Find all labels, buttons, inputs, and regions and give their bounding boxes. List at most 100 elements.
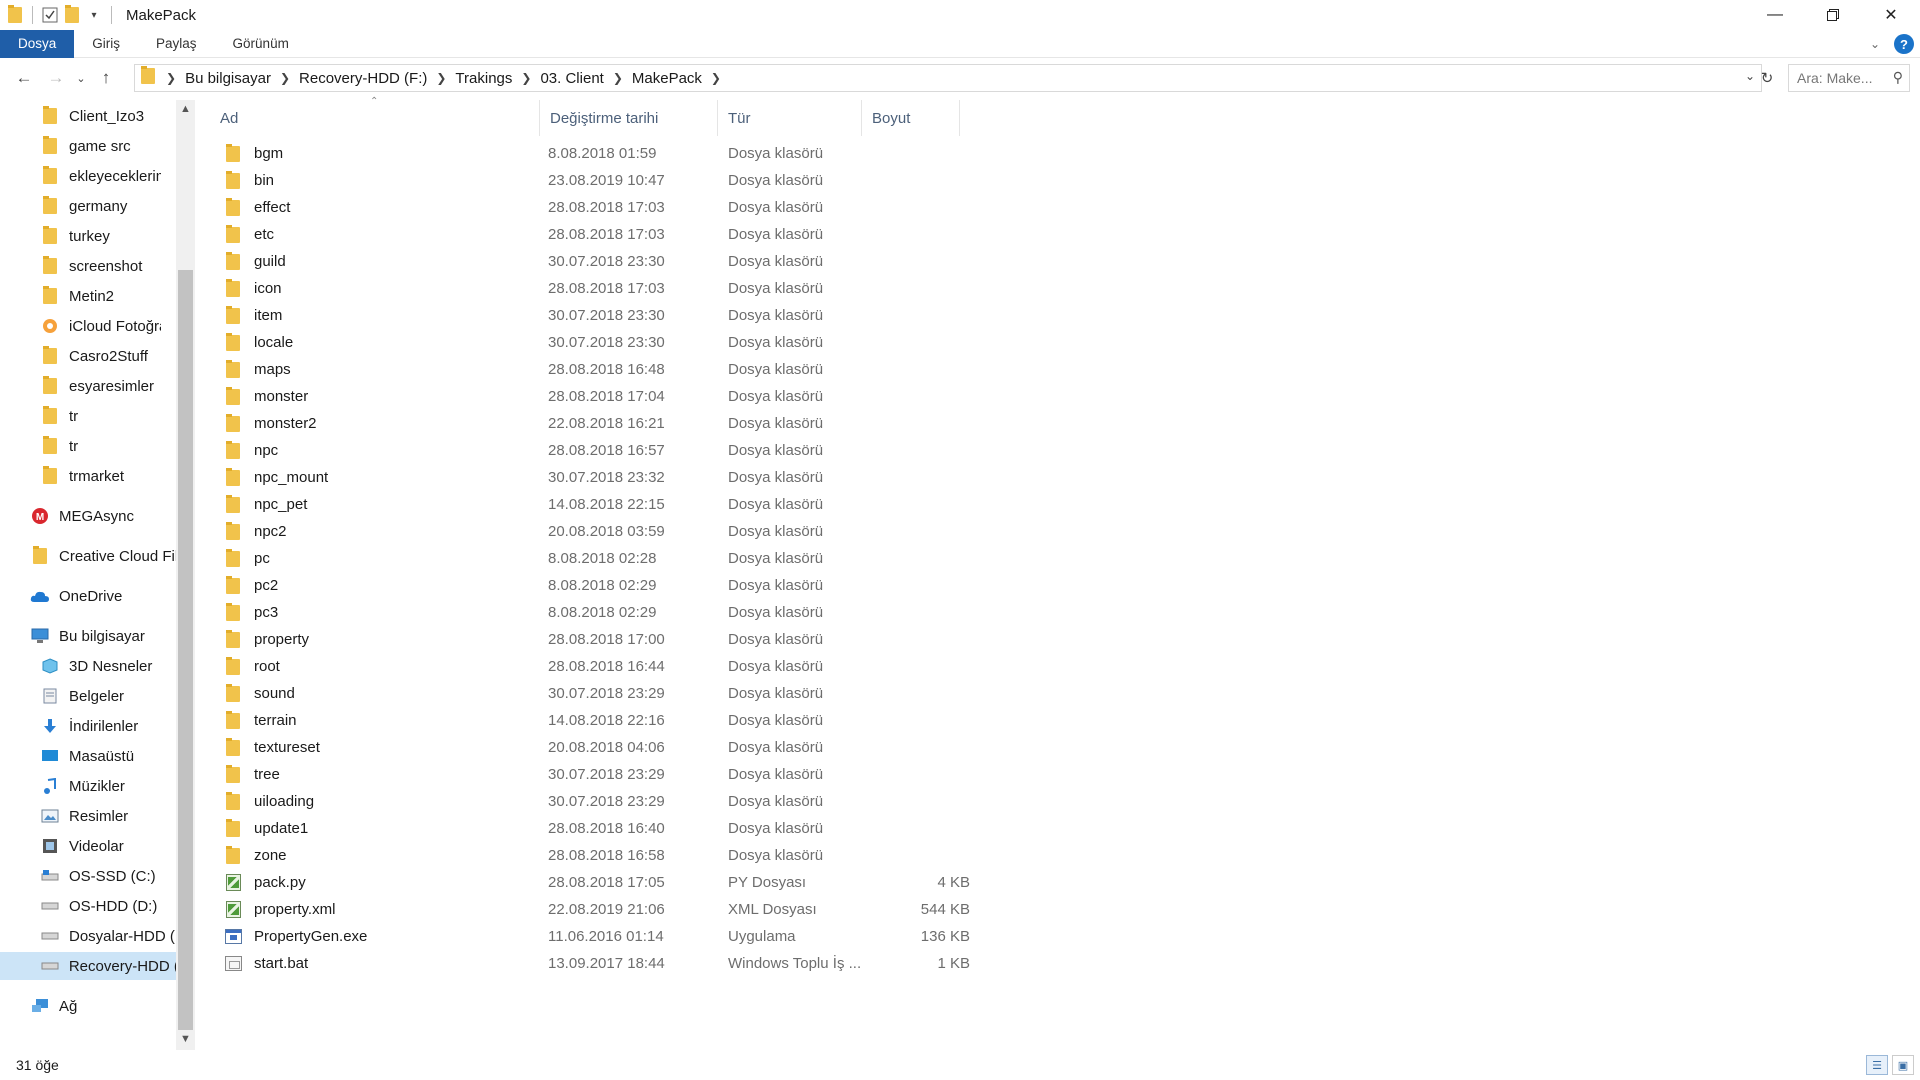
search-input[interactable]: Ara: Make... ⚲ xyxy=(1788,64,1910,92)
file-name-cell[interactable]: property.xml xyxy=(224,901,335,919)
file-name-cell[interactable]: pc2 xyxy=(224,575,278,595)
sidebar-item-desktop[interactable]: Masaüstü xyxy=(40,742,134,770)
chevron-right-icon[interactable]: ❯ xyxy=(608,71,628,85)
sidebar-item-drive-e[interactable]: Dosyalar-HDD (E:) xyxy=(40,922,179,950)
file-name-cell[interactable]: start.bat xyxy=(224,955,308,973)
chevron-up-icon[interactable]: ▲ xyxy=(176,100,195,118)
file-name-cell[interactable]: property xyxy=(224,629,309,649)
table-row[interactable]: sound 30.07.2018 23:29 Dosya klasörü xyxy=(210,680,970,707)
table-row[interactable]: PropertyGen.exe 11.06.2016 01:14 Uygulama 1… xyxy=(210,923,970,950)
file-name-cell[interactable]: pack.py xyxy=(224,874,306,892)
expand-ribbon-icon[interactable]: ⌄ xyxy=(1870,37,1880,51)
table-row[interactable]: npc 28.08.2018 16:57 Dosya klasörü xyxy=(210,437,970,464)
breadcrumb-this-pc[interactable]: Bu bilgisayar xyxy=(181,70,275,87)
file-name-cell[interactable]: etc xyxy=(224,224,274,244)
table-row[interactable]: npc_pet 14.08.2018 22:15 Dosya klasörü xyxy=(210,491,970,518)
sidebar-item-this-pc[interactable]: Bu bilgisayar xyxy=(30,622,145,650)
table-row[interactable]: monster2 22.08.2018 16:21 Dosya klasörü xyxy=(210,410,970,437)
file-name-cell[interactable]: guild xyxy=(224,251,286,271)
table-row[interactable]: root 28.08.2018 16:44 Dosya klasörü xyxy=(210,653,970,680)
sidebar-item[interactable]: tr xyxy=(40,432,78,460)
table-row[interactable]: icon 28.08.2018 17:03 Dosya klasörü xyxy=(210,275,970,302)
sidebar-item-downloads[interactable]: İndirilenler xyxy=(40,712,138,740)
sidebar-item[interactable]: esyaresimler xyxy=(40,372,154,400)
table-row[interactable]: textureset 20.08.2018 04:06 Dosya klasörü xyxy=(210,734,970,761)
sidebar-item-creative-cloud[interactable]: Creative Cloud Files xyxy=(30,542,179,570)
table-row[interactable]: update1 28.08.2018 16:40 Dosya klasörü xyxy=(210,815,970,842)
file-name-cell[interactable]: sound xyxy=(224,683,295,703)
table-row[interactable]: tree 30.07.2018 23:29 Dosya klasörü xyxy=(210,761,970,788)
file-name-cell[interactable]: tree xyxy=(224,764,280,784)
table-row[interactable]: zone 28.08.2018 16:58 Dosya klasörü xyxy=(210,842,970,869)
sidebar-item[interactable]: trmarket xyxy=(40,462,124,490)
customize-toolbar-icon[interactable]: ▾ xyxy=(83,4,105,26)
chevron-right-icon[interactable]: ❯ xyxy=(431,71,451,85)
refresh-button[interactable]: ↻ xyxy=(1754,64,1780,92)
sidebar-item[interactable]: iCloud Fotoğrafları📌 xyxy=(40,312,161,340)
new-folder-icon[interactable] xyxy=(61,4,83,26)
up-button[interactable]: ↑ xyxy=(90,63,122,93)
file-name-cell[interactable]: item xyxy=(224,305,282,325)
sidebar-item-3d-objects[interactable]: 3D Nesneler xyxy=(40,652,152,680)
maximize-button[interactable] xyxy=(1804,0,1862,30)
table-row[interactable]: maps 28.08.2018 16:48 Dosya klasörü xyxy=(210,356,970,383)
file-name-cell[interactable]: update1 xyxy=(224,818,308,838)
file-name-cell[interactable]: terrain xyxy=(224,710,297,730)
sidebar-item[interactable]: turkey📌 xyxy=(40,222,110,250)
table-row[interactable]: bgm 8.08.2018 01:59 Dosya klasörü xyxy=(210,140,970,167)
table-row[interactable]: property.xml 22.08.2019 21:06 XML Dosyası 5… xyxy=(210,896,970,923)
address-bar[interactable]: ❯ Bu bilgisayar ❯ Recovery-HDD (F:) ❯ Tr… xyxy=(134,64,1762,92)
table-row[interactable]: bin 23.08.2019 10:47 Dosya klasörü xyxy=(210,167,970,194)
file-name-cell[interactable]: locale xyxy=(224,332,293,352)
table-row[interactable]: npc_mount 30.07.2018 23:32 Dosya klasörü xyxy=(210,464,970,491)
large-icons-view-button[interactable]: ▣ xyxy=(1892,1055,1914,1075)
file-name-cell[interactable]: monster2 xyxy=(224,413,317,433)
details-view-button[interactable]: ☰ xyxy=(1866,1055,1888,1075)
table-row[interactable]: etc 28.08.2018 17:03 Dosya klasörü xyxy=(210,221,970,248)
close-button[interactable]: ✕ xyxy=(1862,0,1920,30)
chevron-right-icon[interactable]: ❯ xyxy=(275,71,295,85)
sidebar-item[interactable]: game src📌 xyxy=(40,132,131,160)
tab-home[interactable]: Giriş xyxy=(74,30,138,58)
table-row[interactable]: pack.py 28.08.2018 17:05 PY Dosyası 4 KB xyxy=(210,869,970,896)
scrollbar-thumb[interactable] xyxy=(178,270,193,1030)
file-name-cell[interactable]: zone xyxy=(224,845,287,865)
table-row[interactable]: guild 30.07.2018 23:30 Dosya klasörü xyxy=(210,248,970,275)
chevron-down-icon[interactable]: ▼ xyxy=(176,1030,195,1048)
sidebar-item-pictures[interactable]: Resimler xyxy=(40,802,128,830)
recent-locations-button[interactable]: ⌄ xyxy=(72,63,90,93)
tab-share[interactable]: Paylaş xyxy=(138,30,215,58)
table-row[interactable]: effect 28.08.2018 17:03 Dosya klasörü xyxy=(210,194,970,221)
tab-file[interactable]: Dosya xyxy=(0,29,75,58)
chevron-right-icon[interactable]: ❯ xyxy=(161,71,181,85)
sidebar-item-drive-d[interactable]: OS-HDD (D:) xyxy=(40,892,157,920)
sidebar-item-drive-f[interactable]: Recovery-HDD (F:) xyxy=(0,952,176,980)
sidebar-item-drive-c[interactable]: OS-SSD (C:) xyxy=(40,862,156,890)
chevron-right-icon[interactable]: ❯ xyxy=(516,71,536,85)
forward-button[interactable]: → xyxy=(40,63,72,93)
column-header-date[interactable]: Değiştirme tarihi xyxy=(540,100,718,136)
minimize-button[interactable]: — xyxy=(1746,0,1804,30)
sidebar-item[interactable]: germany📌 xyxy=(40,192,127,220)
sidebar-item-music[interactable]: Müzikler xyxy=(40,772,125,800)
table-row[interactable]: pc 8.08.2018 02:28 Dosya klasörü xyxy=(210,545,970,572)
breadcrumb-drive[interactable]: Recovery-HDD (F:) xyxy=(295,70,431,87)
sidebar-item[interactable]: Metin2📌 xyxy=(40,282,114,310)
sidebar-item[interactable]: tr xyxy=(40,402,78,430)
sidebar-item-videos[interactable]: Videolar xyxy=(40,832,124,860)
back-button[interactable]: ← xyxy=(8,63,40,93)
table-row[interactable]: pc3 8.08.2018 02:29 Dosya klasörü xyxy=(210,599,970,626)
table-row[interactable]: monster 28.08.2018 17:04 Dosya klasörü xyxy=(210,383,970,410)
file-name-cell[interactable]: maps xyxy=(224,359,291,379)
file-name-cell[interactable]: root xyxy=(224,656,280,676)
table-row[interactable]: terrain 14.08.2018 22:16 Dosya klasörü xyxy=(210,707,970,734)
file-name-cell[interactable]: textureset xyxy=(224,737,320,757)
table-row[interactable]: start.bat 13.09.2017 18:44 Windows Toplu İ… xyxy=(210,950,970,977)
sidebar-item[interactable]: Casro2Stuff📌 xyxy=(40,342,148,370)
file-name-cell[interactable]: pc xyxy=(224,548,270,568)
navigation-scrollbar[interactable]: ▲ ▼ xyxy=(176,100,195,1050)
file-name-cell[interactable]: effect xyxy=(224,197,290,217)
file-name-cell[interactable]: monster xyxy=(224,386,308,406)
file-name-cell[interactable]: npc_mount xyxy=(224,467,328,487)
sidebar-item-documents[interactable]: Belgeler xyxy=(40,682,124,710)
